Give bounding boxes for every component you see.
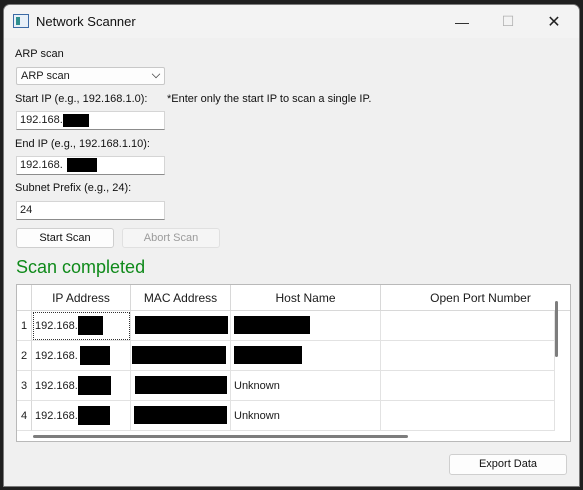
- minimize-button[interactable]: —: [439, 5, 485, 38]
- table-cell-host[interactable]: [231, 341, 381, 371]
- horizontal-scrollbar[interactable]: [33, 435, 408, 438]
- single-ip-hint: *Enter only the start IP to scan a singl…: [167, 93, 372, 105]
- start-ip-input[interactable]: 192.168.: [16, 111, 165, 130]
- scan-type-selected: ARP scan: [21, 70, 70, 82]
- table-cell-host[interactable]: [231, 311, 381, 341]
- redacted-block: [132, 346, 226, 364]
- redacted-block: [77, 376, 111, 395]
- table-cell-mac[interactable]: [131, 401, 231, 431]
- column-header-host[interactable]: Host Name: [231, 285, 381, 311]
- table-cell-mac[interactable]: [131, 371, 231, 401]
- row-number[interactable]: 1: [17, 311, 32, 341]
- export-data-button[interactable]: Export Data: [449, 454, 567, 475]
- table-corner: [17, 285, 32, 311]
- redacted-block: [77, 406, 110, 425]
- end-ip-input[interactable]: 192.168.: [16, 156, 165, 175]
- results-table[interactable]: IP Address MAC Address Host Name Open Po…: [16, 284, 571, 442]
- subnet-label: Subnet Prefix (e.g., 24):: [15, 182, 132, 194]
- end-ip-value: 192.168.: [20, 159, 63, 171]
- redacted-block: [66, 158, 97, 172]
- redacted-block: [77, 316, 103, 335]
- table-cell-mac[interactable]: [131, 311, 231, 341]
- table-cell-ip[interactable]: 192.168.: [32, 401, 131, 431]
- table-cell-ip[interactable]: 192.168.: [32, 341, 131, 371]
- start-scan-button[interactable]: Start Scan: [16, 228, 114, 248]
- vertical-scrollbar[interactable]: [555, 301, 558, 357]
- abort-scan-button[interactable]: Abort Scan: [122, 228, 220, 248]
- table-cell-ports[interactable]: [381, 371, 555, 401]
- redacted-block: [134, 406, 227, 424]
- table-cell-ports[interactable]: [381, 341, 555, 371]
- subnet-value: 24: [20, 204, 33, 216]
- redacted-block: [234, 316, 310, 334]
- table-cell-ip[interactable]: 192.168.: [32, 311, 131, 341]
- window-title: Network Scanner: [36, 14, 136, 29]
- row-number[interactable]: 3: [17, 371, 32, 401]
- column-header-ip[interactable]: IP Address: [32, 285, 131, 311]
- network-scanner-window: Network Scanner — ☐ ✕ ARP scan ARP scan …: [3, 4, 580, 487]
- table-cell-ports[interactable]: [381, 401, 555, 431]
- column-header-mac[interactable]: MAC Address: [131, 285, 231, 311]
- subnet-input[interactable]: 24: [16, 201, 165, 220]
- table-cell-host[interactable]: Unknown: [231, 371, 381, 401]
- table-cell-ip[interactable]: 192.168.: [32, 371, 131, 401]
- chevron-down-icon: [151, 69, 161, 79]
- close-button[interactable]: ✕: [531, 5, 577, 38]
- start-ip-value: 192.168.: [20, 114, 63, 126]
- end-ip-label: End IP (e.g., 192.168.1.10):: [15, 138, 150, 150]
- redacted-block: [135, 376, 227, 394]
- redacted-block: [79, 346, 110, 365]
- table-cell-ports[interactable]: [381, 311, 555, 341]
- scan-type-label: ARP scan: [15, 48, 64, 60]
- table-cell-mac[interactable]: [131, 341, 231, 371]
- scan-status: Scan completed: [16, 257, 146, 277]
- column-header-ports[interactable]: Open Port Number: [381, 285, 570, 311]
- row-number[interactable]: 2: [17, 341, 32, 371]
- maximize-button[interactable]: ☐: [485, 5, 531, 38]
- redacted-block: [135, 316, 228, 334]
- row-number[interactable]: 4: [17, 401, 32, 431]
- redacted-block: [62, 114, 89, 127]
- redacted-block: [234, 346, 302, 364]
- scan-type-dropdown[interactable]: ARP scan: [16, 67, 165, 85]
- start-ip-label: Start IP (e.g., 192.168.1.0):: [15, 93, 148, 105]
- title-bar[interactable]: Network Scanner — ☐ ✕: [4, 5, 579, 38]
- table-cell-host[interactable]: Unknown: [231, 401, 381, 431]
- app-icon: [13, 14, 29, 28]
